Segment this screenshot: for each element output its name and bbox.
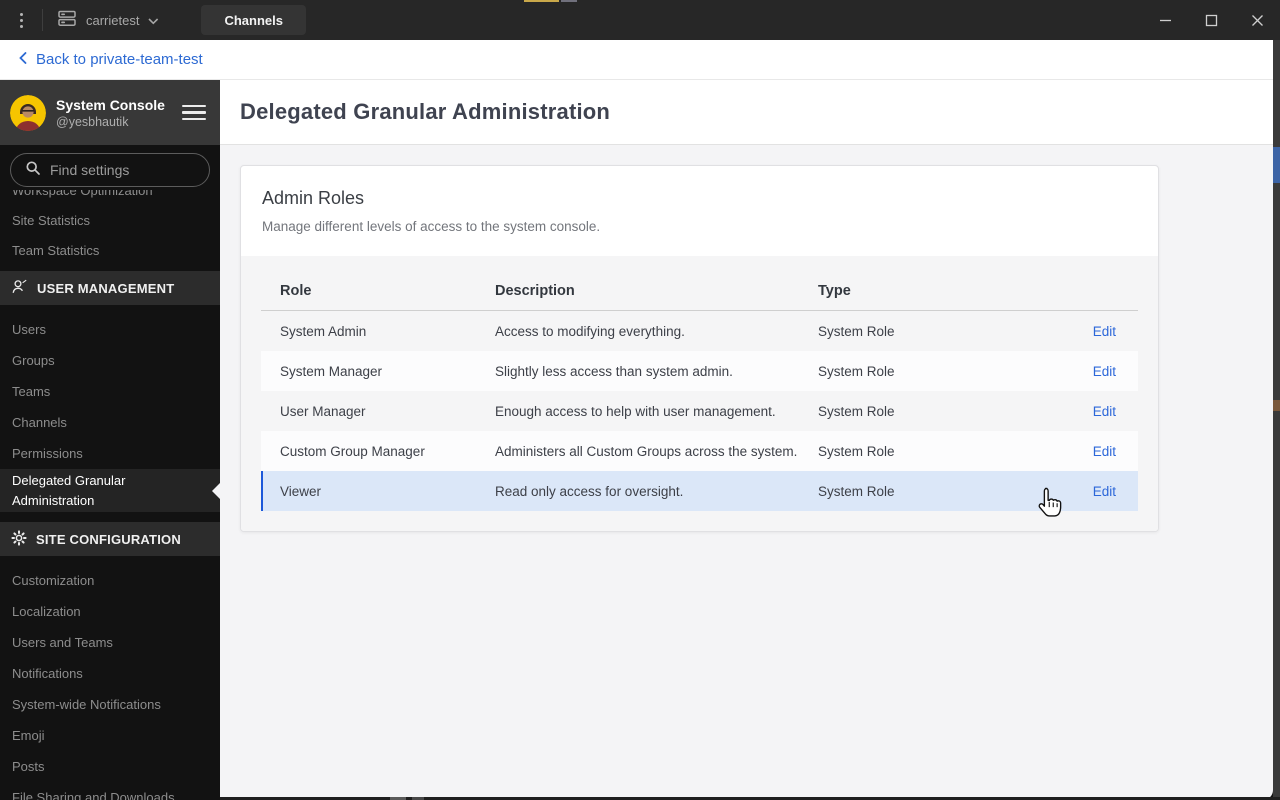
sidebar-title: System Console [56, 96, 165, 113]
cell-role: User Manager [280, 403, 366, 419]
sidebar-item-posts[interactable]: Posts [0, 751, 220, 782]
user-icon [11, 278, 28, 298]
tab-channels[interactable]: Channels [201, 5, 306, 35]
cell-role: System Manager [280, 363, 383, 379]
back-chevron-icon [19, 51, 27, 69]
edit-link[interactable]: Edit [1093, 324, 1116, 339]
section-header-user-management: USER MANAGEMENT [0, 271, 220, 305]
section-header-label: USER MANAGEMENT [37, 280, 175, 296]
group-user-management: Users Groups Teams Channels Permissions … [0, 305, 220, 512]
back-link[interactable]: Back to private-team-test [36, 51, 203, 68]
close-button[interactable] [1234, 0, 1280, 40]
minimize-button[interactable] [1142, 0, 1188, 40]
sidebar-item-channels[interactable]: Channels [0, 407, 220, 438]
table-row[interactable]: User Manager Enough access to help with … [261, 391, 1138, 431]
sidebar-item-users-and-teams[interactable]: Users and Teams [0, 627, 220, 658]
cell-description: Administers all Custom Groups across the… [495, 443, 798, 459]
group-site-configuration: Customization Localization Users and Tea… [0, 556, 220, 800]
kebab-menu-icon[interactable] [0, 0, 42, 40]
cell-role: Viewer [280, 483, 322, 499]
edit-link[interactable]: Edit [1093, 484, 1116, 499]
server-icon [57, 10, 77, 30]
sidebar-item-permissions[interactable]: Permissions [0, 438, 220, 469]
admin-roles-card: Admin Roles Manage different levels of a… [240, 165, 1159, 532]
table-row-highlighted[interactable]: Viewer Read only access for oversight. S… [261, 471, 1138, 511]
table-row[interactable]: System Admin Access to modifying everyth… [261, 311, 1138, 351]
scrollbar-thumb[interactable] [1273, 147, 1280, 183]
sidebar-nav: Workspace Optimization Site Statistics T… [0, 176, 220, 800]
server-selector[interactable]: carrietest [43, 0, 175, 40]
sidebar-search-area [0, 145, 220, 190]
cell-type: System Role [818, 483, 895, 499]
table-header-row: Role Description Type [261, 256, 1138, 311]
server-name: carrietest [86, 12, 140, 28]
scrollbar[interactable] [1273, 40, 1280, 800]
cell-role: System Admin [280, 323, 367, 339]
cell-description: Enough access to help with user manageme… [495, 403, 776, 419]
app-window: carrietest Channels Back to private-team… [0, 0, 1280, 800]
minimize-icon [1159, 19, 1171, 21]
cell-role: Custom Group Manager [280, 443, 425, 459]
sidebar-header: System Console @yesbhautik [0, 80, 220, 145]
screen-edge-artifact [561, 0, 577, 2]
column-header-type: Type [818, 283, 851, 299]
card-header: Admin Roles Manage different levels of a… [241, 166, 1158, 256]
search-icon [25, 160, 41, 181]
system-console-sidebar: System Console @yesbhautik Workspace Opt… [0, 80, 220, 800]
page-title: Delegated Granular Administration [240, 99, 611, 124]
close-icon [1251, 14, 1263, 26]
content-area: Admin Roles Manage different levels of a… [220, 145, 1273, 800]
search-input[interactable] [50, 162, 190, 178]
sidebar-item-groups[interactable]: Groups [0, 345, 220, 376]
page-header: Delegated Granular Administration [220, 80, 1273, 145]
cell-type: System Role [818, 363, 895, 379]
sidebar-header-text: System Console @yesbhautik [56, 96, 182, 130]
chevron-down-icon [148, 13, 159, 28]
table-row[interactable]: Custom Group Manager Administers all Cus… [261, 431, 1138, 471]
screen-edge-artifact [524, 0, 559, 2]
cell-description: Slightly less access than system admin. [495, 363, 733, 379]
sidebar-item-system-wide-notifications[interactable]: System-wide Notifications [0, 689, 220, 720]
sidebar-username: @yesbhautik [56, 114, 129, 129]
table-row[interactable]: System Manager Slightly less access than… [261, 351, 1138, 391]
column-header-description: Description [495, 283, 575, 299]
sidebar-item-teams[interactable]: Teams [0, 376, 220, 407]
sidebar-item-delegated-granular-administration[interactable]: Delegated Granular Administration [0, 469, 220, 512]
cell-description: Access to modifying everything. [495, 323, 685, 339]
cell-type: System Role [818, 403, 895, 419]
edit-link[interactable]: Edit [1093, 364, 1116, 379]
scrollbar-marker [1273, 400, 1280, 411]
edit-link[interactable]: Edit [1093, 444, 1116, 459]
maximize-button[interactable] [1188, 0, 1234, 40]
search-box[interactable] [10, 153, 210, 187]
cell-description: Read only access for oversight. [495, 483, 684, 499]
avatar[interactable] [10, 94, 46, 131]
sidebar-item-site-statistics[interactable]: Site Statistics [0, 206, 220, 236]
admin-roles-table: Role Description Type System Admin Acces… [241, 256, 1158, 531]
main-area: Delegated Granular Administration Admin … [220, 80, 1273, 800]
section-header-label: SITE CONFIGURATION [36, 531, 181, 547]
sidebar-item-notifications[interactable]: Notifications [0, 658, 220, 689]
window-controls [1142, 0, 1280, 40]
cell-type: System Role [818, 323, 895, 339]
sidebar-item-team-statistics[interactable]: Team Statistics [0, 236, 220, 266]
maximize-icon [1205, 14, 1217, 26]
card-title: Admin Roles [262, 188, 365, 208]
titlebar: carrietest Channels [0, 0, 1280, 40]
sidebar-item-users[interactable]: Users [0, 314, 220, 345]
sidebar-item-localization[interactable]: Localization [0, 596, 220, 627]
section-header-site-configuration: SITE CONFIGURATION [0, 522, 220, 556]
hamburger-menu-icon[interactable] [182, 101, 206, 125]
sidebar-item-emoji[interactable]: Emoji [0, 720, 220, 751]
cell-type: System Role [818, 443, 895, 459]
column-header-role: Role [280, 283, 312, 299]
sidebar-item-file-sharing-and-downloads[interactable]: File Sharing and Downloads [0, 782, 220, 800]
sidebar-item-customization[interactable]: Customization [0, 565, 220, 596]
gear-icon [11, 529, 27, 549]
card-description: Manage different levels of access to the… [262, 219, 601, 234]
back-bar: Back to private-team-test [0, 40, 1273, 80]
edit-link[interactable]: Edit [1093, 404, 1116, 419]
